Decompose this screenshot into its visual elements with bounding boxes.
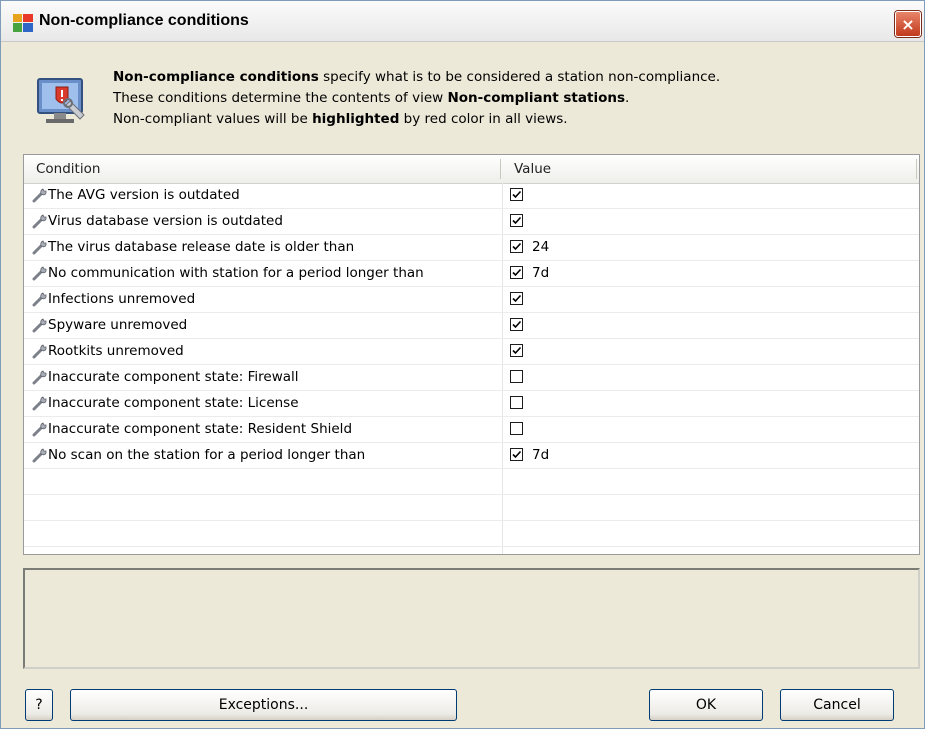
conditions-table[interactable]: Condition Value The AVG version is outda… bbox=[23, 154, 920, 555]
condition-label: Rootkits unremoved bbox=[48, 343, 184, 359]
wrench-icon bbox=[32, 422, 47, 437]
checkmark-icon bbox=[512, 190, 522, 199]
table-row-empty bbox=[24, 521, 919, 547]
table-row-empty bbox=[24, 495, 919, 521]
column-header-condition[interactable]: Condition bbox=[36, 161, 100, 177]
avg-app-icon bbox=[13, 14, 33, 32]
checkmark-icon bbox=[512, 294, 522, 303]
condition-label: No scan on the station for a period long… bbox=[48, 447, 366, 463]
close-icon: × bbox=[901, 14, 915, 34]
wrench-icon bbox=[32, 344, 47, 359]
condition-label: Inaccurate component state: Resident Shi… bbox=[48, 421, 353, 437]
value-text[interactable]: 7d bbox=[532, 265, 549, 281]
table-row[interactable]: The virus database release date is older… bbox=[24, 235, 919, 261]
condition-label: Inaccurate component state: License bbox=[48, 395, 299, 411]
wrench-icon bbox=[32, 240, 47, 255]
table-row[interactable]: No communication with station for a peri… bbox=[24, 261, 919, 287]
wrench-icon bbox=[32, 318, 47, 333]
value-checkbox-checked[interactable] bbox=[510, 188, 523, 201]
help-button[interactable]: ? bbox=[25, 689, 53, 721]
condition-label: Inaccurate component state: Firewall bbox=[48, 369, 299, 385]
condition-label: Infections unremoved bbox=[48, 291, 196, 307]
table-row[interactable]: Inaccurate component state: Firewall bbox=[24, 365, 919, 391]
value-text[interactable]: 24 bbox=[532, 239, 549, 255]
column-resize-handle[interactable] bbox=[500, 159, 501, 179]
condition-label: Spyware unremoved bbox=[48, 317, 188, 333]
checkmark-icon bbox=[512, 320, 522, 329]
condition-label: Virus database version is outdated bbox=[48, 213, 283, 229]
wrench-icon bbox=[32, 188, 47, 203]
value-checkbox-checked[interactable] bbox=[510, 240, 523, 253]
value-checkbox-checked[interactable] bbox=[510, 292, 523, 305]
exceptions-button[interactable]: Exceptions... bbox=[70, 689, 457, 721]
monitor-shield-icon bbox=[37, 78, 85, 123]
table-row[interactable]: Virus database version is outdated bbox=[24, 209, 919, 235]
details-pane bbox=[23, 568, 920, 669]
description-line-1: Non-compliance conditions specify what i… bbox=[113, 69, 721, 85]
table-row[interactable]: Inaccurate component state: License bbox=[24, 391, 919, 417]
table-row[interactable]: Spyware unremoved bbox=[24, 313, 919, 339]
cancel-button[interactable]: Cancel bbox=[780, 689, 894, 721]
condition-label: The virus database release date is older… bbox=[48, 239, 355, 255]
wrench-icon bbox=[32, 396, 47, 411]
column-header-value[interactable]: Value bbox=[514, 161, 551, 177]
table-row-empty bbox=[24, 469, 919, 495]
condition-label: The AVG version is outdated bbox=[48, 187, 240, 203]
checkmark-icon bbox=[512, 268, 522, 277]
column-resize-handle[interactable] bbox=[916, 159, 917, 179]
checkmark-icon bbox=[512, 346, 522, 355]
table-header: Condition Value bbox=[24, 155, 919, 184]
table-row[interactable]: No scan on the station for a period long… bbox=[24, 443, 919, 469]
description-line-2: These conditions determine the contents … bbox=[113, 90, 630, 106]
value-checkbox-checked[interactable] bbox=[510, 344, 523, 357]
table-row[interactable]: Rootkits unremoved bbox=[24, 339, 919, 365]
wrench-icon bbox=[32, 214, 47, 229]
title-bar[interactable]: Non-compliance conditions × bbox=[1, 1, 924, 42]
wrench-icon bbox=[32, 292, 47, 307]
description: Non-compliance conditions specify what i… bbox=[113, 67, 903, 130]
wrench-icon bbox=[32, 448, 47, 463]
wrench-icon bbox=[32, 370, 47, 385]
condition-label: No communication with station for a peri… bbox=[48, 265, 424, 281]
dialog-window: Non-compliance conditions × Non-complian… bbox=[0, 0, 925, 729]
value-checkbox-checked[interactable] bbox=[510, 214, 523, 227]
value-checkbox[interactable] bbox=[510, 370, 523, 383]
checkmark-icon bbox=[512, 450, 522, 459]
value-checkbox-checked[interactable] bbox=[510, 266, 523, 279]
value-text[interactable]: 7d bbox=[532, 447, 549, 463]
value-checkbox-checked[interactable] bbox=[510, 318, 523, 331]
wrench-icon bbox=[32, 266, 47, 281]
window-title: Non-compliance conditions bbox=[39, 12, 249, 29]
checkmark-icon bbox=[512, 242, 522, 251]
description-line-3: Non-compliant values will be highlighted… bbox=[113, 111, 568, 127]
close-button[interactable]: × bbox=[895, 11, 921, 37]
value-checkbox[interactable] bbox=[510, 396, 523, 409]
value-checkbox-checked[interactable] bbox=[510, 448, 523, 461]
ok-button[interactable]: OK bbox=[649, 689, 763, 721]
table-row[interactable]: The AVG version is outdated bbox=[24, 183, 919, 209]
checkmark-icon bbox=[512, 216, 522, 225]
table-row[interactable]: Inaccurate component state: Resident Shi… bbox=[24, 417, 919, 443]
table-row[interactable]: Infections unremoved bbox=[24, 287, 919, 313]
value-checkbox[interactable] bbox=[510, 422, 523, 435]
